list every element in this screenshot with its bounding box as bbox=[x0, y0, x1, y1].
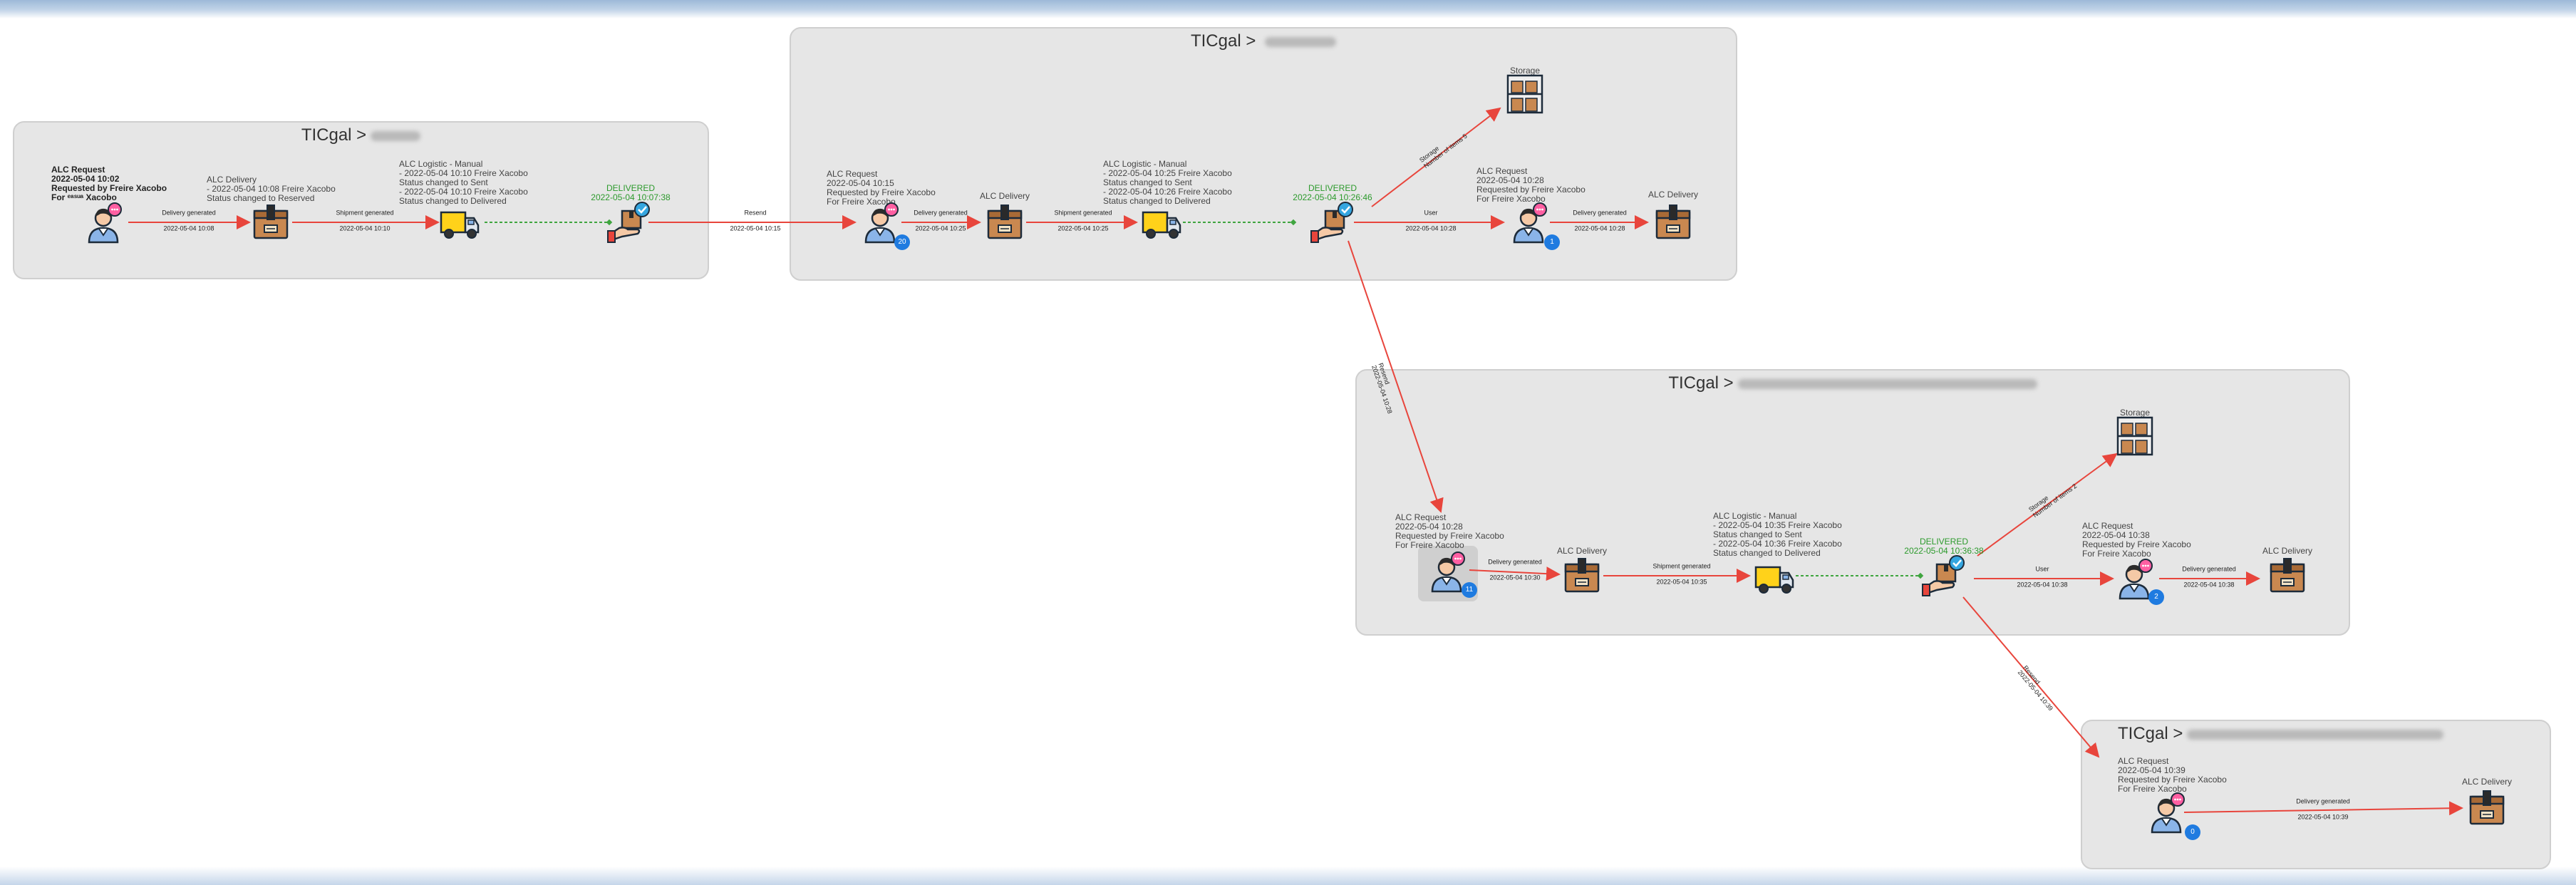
edge-label: Delivery generated 2022-05-04 10:39 bbox=[2296, 797, 2350, 821]
edge-label: Shipment generated 2022-05-04 10:10 bbox=[336, 209, 394, 232]
edge-label: User 2022-05-04 10:28 bbox=[1405, 209, 1457, 232]
request-info: ALC Request 2022-05-04 10:38 Requested b… bbox=[2082, 521, 2191, 559]
edge-label: Delivery generated 2022-05-04 10:30 bbox=[1488, 558, 1542, 581]
edge-label: Shipment generated 2022-05-04 10:35 bbox=[1652, 562, 1711, 586]
delivered-node[interactable] bbox=[606, 200, 652, 245]
delivery-node[interactable] bbox=[1559, 553, 1605, 599]
workflow-canvas[interactable]: TICgal > TICgal > TICgal > TICgal > ALC … bbox=[0, 0, 2576, 885]
edge-label: Resend 2022-05-04 10:15 bbox=[730, 209, 781, 232]
delivery-name: ALC Delivery bbox=[1647, 190, 1699, 200]
request-info: ALC Request 2022-05-04 10:28 Requested b… bbox=[1476, 166, 1586, 204]
request-count-badge: 11 bbox=[1462, 582, 1477, 598]
delivery-node[interactable] bbox=[1650, 200, 1696, 245]
edge-label: Delivery generated 2022-05-04 10:08 bbox=[162, 209, 216, 232]
truck-node[interactable] bbox=[1752, 554, 1797, 600]
edge-label: User 2022-05-04 10:38 bbox=[2017, 565, 2068, 589]
request-info: ALC Request 2022-05-04 10:39 Requested b… bbox=[2118, 756, 2227, 794]
edge-line[interactable] bbox=[1348, 240, 1444, 513]
request-node[interactable] bbox=[2143, 790, 2189, 835]
delivery-node[interactable] bbox=[2464, 785, 2510, 831]
logistic-info: ALC Logistic - Manual - 2022-05-04 10:35… bbox=[1713, 511, 1842, 558]
request-info: ALC Request 2022-05-04 10:02 Requested b… bbox=[51, 165, 167, 202]
connections bbox=[128, 107, 2463, 816]
request-count-badge: 20 bbox=[894, 234, 910, 250]
edge-label: Delivery generated 2022-05-04 10:28 bbox=[1573, 209, 1627, 232]
dashed-end-marker bbox=[1290, 219, 1297, 226]
storage-node[interactable] bbox=[1502, 71, 1548, 117]
delivery-node[interactable] bbox=[982, 200, 1028, 245]
request-count-badge: 1 bbox=[1544, 234, 1560, 250]
delivered-node[interactable] bbox=[1310, 200, 1355, 245]
delivered-node[interactable] bbox=[1921, 553, 1967, 599]
delivery-node[interactable] bbox=[2265, 553, 2310, 599]
delivery-node[interactable] bbox=[248, 200, 294, 245]
edge-label: Shipment generated 2022-05-04 10:25 bbox=[1054, 209, 1112, 232]
request-node[interactable] bbox=[81, 200, 126, 245]
storage-node[interactable] bbox=[2112, 413, 2158, 459]
edge-label: Delivery generated 2022-05-04 10:25 bbox=[914, 209, 968, 232]
request-count-badge: 0 bbox=[2185, 824, 2200, 840]
truck-node[interactable] bbox=[437, 200, 482, 245]
request-info: ALC Request 2022-05-04 10:28 Requested b… bbox=[1395, 512, 1504, 550]
truck-node[interactable] bbox=[1139, 200, 1184, 245]
edge-label: Delivery generated 2022-05-04 10:38 bbox=[2182, 565, 2236, 589]
request-count-badge: 2 bbox=[2148, 589, 2164, 605]
